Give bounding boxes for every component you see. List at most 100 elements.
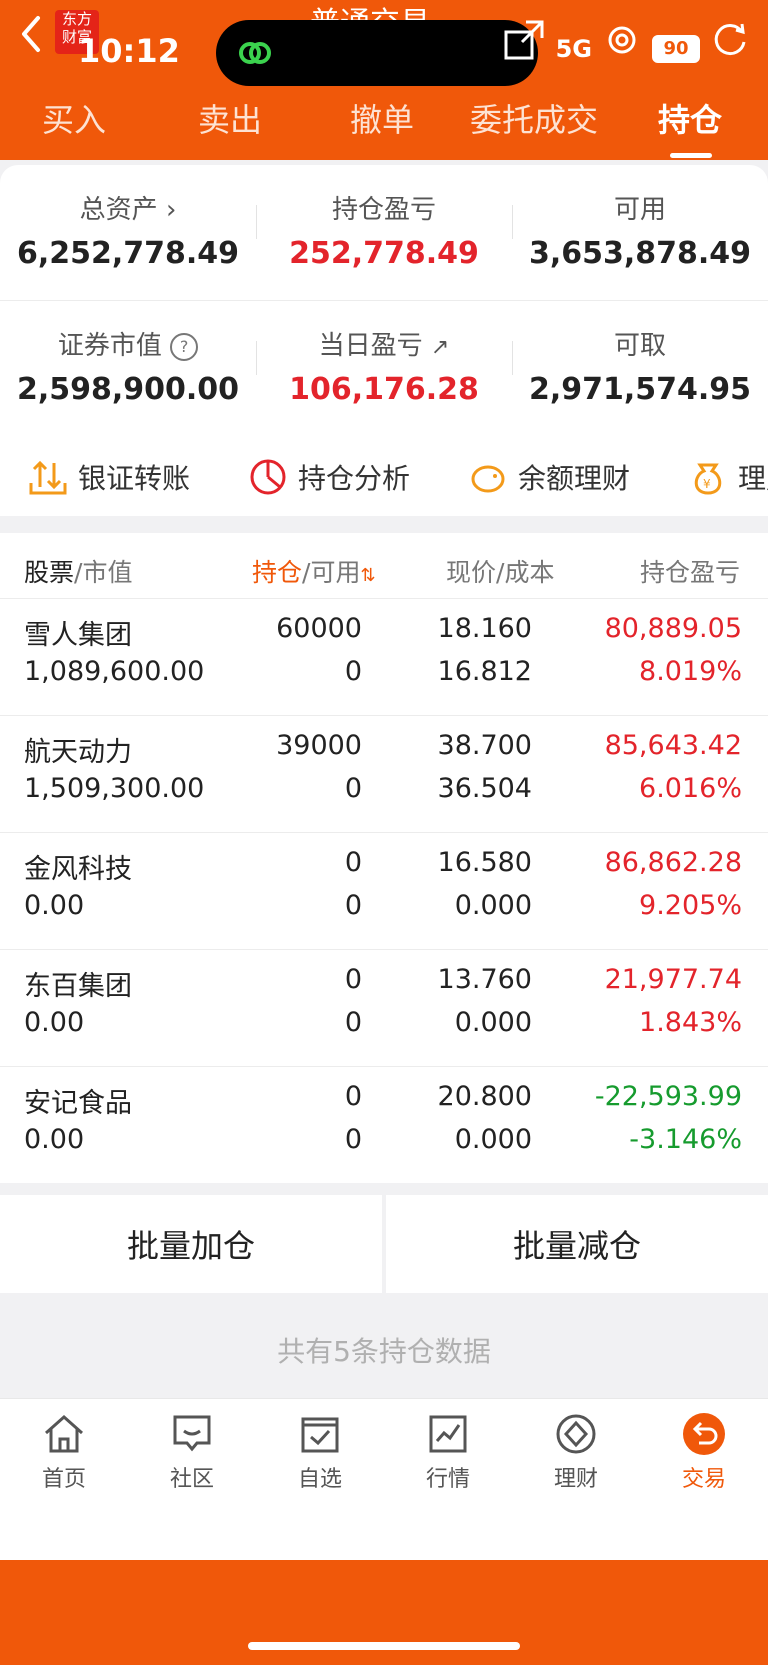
cost-price: 0.000 <box>454 1007 532 1038</box>
chat-icon <box>173 1415 211 1452</box>
home-indicator[interactable] <box>248 1642 520 1650</box>
header-stock-label: 股票 <box>24 558 75 587</box>
position-qty: 0 <box>344 1081 362 1112</box>
position-pnl: 持仓盈亏 252,778.49 <box>256 189 512 271</box>
market-value: 1,089,600.00 <box>24 656 205 687</box>
svg-text:¥: ¥ <box>703 477 711 491</box>
gear-icon[interactable] <box>602 20 642 60</box>
status-time: 10:12 <box>78 32 180 70</box>
current-price: 38.700 <box>437 730 532 761</box>
table-row[interactable]: 雪人集团 1,089,600.00 60000 0 18.160 16.812 … <box>0 598 768 715</box>
nav-home[interactable]: 首页 <box>14 1411 114 1493</box>
header: 东方财富 普通交易 10:12 5G 90 买入 卖出 撤单 委托成交 持仓 <box>0 0 768 160</box>
wealth-label: 理财 <box>738 462 768 495</box>
nav-watchlist-label: 自选 <box>297 1467 342 1492</box>
external-link-icon: ↗ <box>430 335 450 360</box>
pnl-amount: 85,643.42 <box>604 730 742 761</box>
pnl-percent: 9.205% <box>639 890 742 921</box>
total-assets-value: 6,252,778.49 <box>16 236 240 271</box>
balance-wealth-button[interactable]: 余额理财 <box>468 457 630 497</box>
chevron-right-icon: › <box>165 195 177 225</box>
cost-price: 16.812 <box>437 656 532 687</box>
cost-price: 0.000 <box>454 890 532 921</box>
header-pnl: 持仓盈亏 <box>640 558 741 587</box>
pnl-amount: 21,977.74 <box>604 964 742 995</box>
batch-reduce-button[interactable]: 批量减仓 <box>386 1195 768 1293</box>
dynamic-island <box>216 20 538 86</box>
help-icon[interactable]: ? <box>170 332 199 361</box>
refresh-icon[interactable] <box>710 20 750 60</box>
header-price: 现价/成本 <box>446 558 555 587</box>
header-avail-label: 可用 <box>310 558 361 587</box>
diamond-icon <box>556 1414 596 1454</box>
tab-orders[interactable]: 委托成交 <box>470 95 598 141</box>
nav-community[interactable]: 社区 <box>142 1411 242 1493</box>
bank-transfer-button[interactable]: 银证转账 <box>28 457 190 497</box>
tab-cancel[interactable]: 撤单 <box>350 95 414 141</box>
daily-pnl-value: 106,176.28 <box>289 372 479 407</box>
balance-wealth-label: 余额理财 <box>518 462 631 495</box>
header-stock: 股票/市值 <box>24 558 133 587</box>
cost-price: 0.000 <box>454 1124 532 1155</box>
table-row[interactable]: 东百集团 0.00 0 0 13.760 0.000 21,977.74 1.8… <box>0 949 768 1066</box>
table-row[interactable]: 金风科技 0.00 0 0 16.580 0.000 86,862.28 9.2… <box>0 832 768 949</box>
position-analysis-label: 持仓分析 <box>298 462 411 495</box>
position-qty: 60000 <box>276 613 362 644</box>
current-price: 13.760 <box>437 964 532 995</box>
money-bag-icon: ¥ <box>694 463 722 495</box>
total-assets-label: 总资产 <box>79 195 158 225</box>
nav-market[interactable]: 行情 <box>398 1411 498 1493</box>
available-qty: 0 <box>344 773 362 804</box>
tab-sell[interactable]: 卖出 <box>198 95 262 141</box>
position-qty: 0 <box>344 847 362 878</box>
withdrawable-label: 可取 <box>613 331 666 361</box>
stock-name: 东百集团 <box>24 971 132 1002</box>
wealth-button[interactable]: ¥ 理财 <box>688 457 768 497</box>
table-row[interactable]: 航天动力 1,509,300.00 39000 0 38.700 36.504 … <box>0 715 768 832</box>
table-header: 股票/市值 持仓/可用⇅ 现价/成本 持仓盈亏 <box>0 533 768 598</box>
pnl-percent: 1.843% <box>639 1007 742 1038</box>
batch-actions: 批量加仓 批量减仓 <box>0 1195 768 1293</box>
holdings-count-note: 共有5条持仓数据 <box>277 1335 491 1368</box>
stock-name: 安记食品 <box>24 1088 132 1119</box>
market-value: 0.00 <box>24 1124 85 1155</box>
nav-community-label: 社区 <box>169 1467 214 1492</box>
header-price-label: 现价 <box>446 558 497 587</box>
status-right: 5G 90 <box>502 10 750 70</box>
position-pnl-value: 252,778.49 <box>289 236 479 271</box>
available: 可用 3,653,878.49 <box>512 189 768 271</box>
market-value: 证券市值 ? 2,598,900.00 <box>0 325 256 407</box>
link-icon <box>239 42 271 64</box>
available-qty: 0 <box>344 1007 362 1038</box>
pnl-percent: -3.146% <box>629 1124 742 1155</box>
batch-add-button[interactable]: 批量加仓 <box>0 1195 382 1293</box>
market-value-value: 2,598,900.00 <box>16 372 240 407</box>
table-row[interactable]: 安记食品 0.00 0 0 20.800 0.000 -22,593.99 -3… <box>0 1066 768 1183</box>
quick-tools: 银证转账 持仓分析 余额理财 ¥ 理 <box>0 457 768 517</box>
header-pos-label: 持仓 <box>252 558 303 587</box>
back-chevron-icon[interactable] <box>16 14 46 54</box>
nav-wealth-label: 理财 <box>553 1467 598 1492</box>
nav-market-label: 行情 <box>425 1467 470 1492</box>
total-assets[interactable]: 总资产 › 6,252,778.49 <box>0 189 256 271</box>
tab-positions[interactable]: 持仓 <box>658 95 722 141</box>
available-label: 可用 <box>613 195 666 225</box>
cost-price: 36.504 <box>437 773 532 804</box>
tab-buy[interactable]: 买入 <box>42 95 106 141</box>
daily-pnl[interactable]: 当日盈亏 ↗ 106,176.28 <box>256 325 512 407</box>
position-qty: 39000 <box>276 730 362 761</box>
piggy-bank-icon <box>471 465 505 493</box>
market-value-label: 证券市值 <box>57 331 162 361</box>
nav-wealth[interactable]: 理财 <box>526 1411 626 1493</box>
available-qty: 0 <box>344 890 362 921</box>
header-position[interactable]: 持仓/可用⇅ <box>252 553 376 589</box>
nav-trade[interactable]: 交易 <box>654 1411 754 1493</box>
line-chart-icon <box>429 1415 467 1453</box>
share-icon[interactable] <box>502 18 546 62</box>
position-pnl-label: 持仓盈亏 <box>331 195 436 225</box>
header-mv-label: 市值 <box>82 558 133 587</box>
nav-watchlist[interactable]: 自选 <box>270 1411 370 1493</box>
stock-name: 金风科技 <box>24 854 132 885</box>
position-analysis-button[interactable]: 持仓分析 <box>248 457 410 497</box>
network-label: 5G <box>555 35 592 63</box>
